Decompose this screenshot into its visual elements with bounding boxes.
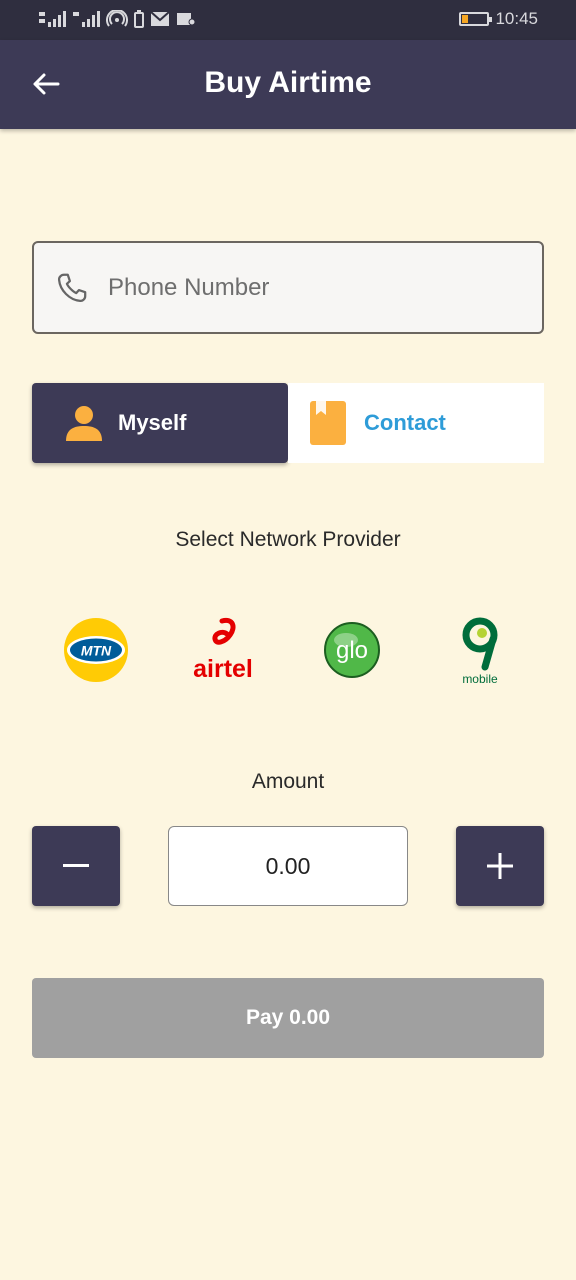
myself-label: Myself	[118, 410, 187, 435]
status-time: 10:45	[495, 9, 538, 28]
contact-button[interactable]: Contact	[288, 383, 544, 463]
person-icon	[64, 401, 104, 445]
minus-icon	[63, 864, 89, 867]
provider-mtn[interactable]: MTN	[56, 612, 136, 688]
decrement-button[interactable]	[32, 826, 120, 906]
phone-icon	[54, 270, 90, 306]
glo-logo-text: glo	[336, 637, 368, 664]
9mobile-logo-text: mobile	[462, 672, 498, 685]
page-title: Buy Airtime	[204, 66, 372, 99]
glo-logo: glo	[324, 622, 380, 678]
contact-label: Contact	[364, 410, 446, 435]
amount-value: 0.00	[265, 852, 311, 879]
provider-9mobile[interactable]: mobile	[440, 612, 520, 688]
network-providers: MTN airtel glo mobile	[0, 612, 576, 688]
battery-saver-icon	[134, 10, 144, 28]
amount-field[interactable]: 0.00	[168, 826, 408, 906]
signal-icon	[73, 11, 100, 27]
plus-icon	[487, 853, 513, 879]
myself-button[interactable]: Myself	[32, 383, 288, 463]
app-bar: Buy Airtime	[0, 40, 576, 129]
status-icons	[38, 10, 196, 28]
mail-icon	[150, 11, 170, 26]
provider-airtel[interactable]: airtel	[183, 612, 263, 688]
contact-book-icon	[308, 401, 348, 445]
amount-label: Amount	[251, 770, 325, 793]
status-right: 10:45	[459, 9, 538, 29]
hotspot-icon	[106, 10, 128, 27]
notification-icon	[177, 13, 196, 26]
mtn-logo: MTN	[64, 618, 128, 682]
network-provider-label: Select Network Provider	[175, 528, 401, 551]
increment-button[interactable]	[456, 826, 544, 906]
pay-button[interactable]: Pay 0.00	[32, 978, 544, 1058]
mtn-logo-text: MTN	[81, 643, 112, 659]
pay-button-label: Pay 0.00	[245, 1006, 331, 1029]
airtel-logo-text: airtel	[193, 655, 253, 683]
9mobile-logo: mobile	[462, 617, 498, 685]
provider-glo[interactable]: glo	[312, 612, 392, 688]
phone-number-input[interactable]	[108, 273, 508, 302]
signal-icon	[39, 11, 66, 27]
battery-icon	[459, 12, 493, 26]
recipient-toggle: Myself Contact	[32, 383, 544, 463]
airtel-logo: airtel	[193, 617, 253, 683]
status-bar: 10:45	[0, 0, 576, 40]
phone-number-field[interactable]	[32, 241, 544, 334]
